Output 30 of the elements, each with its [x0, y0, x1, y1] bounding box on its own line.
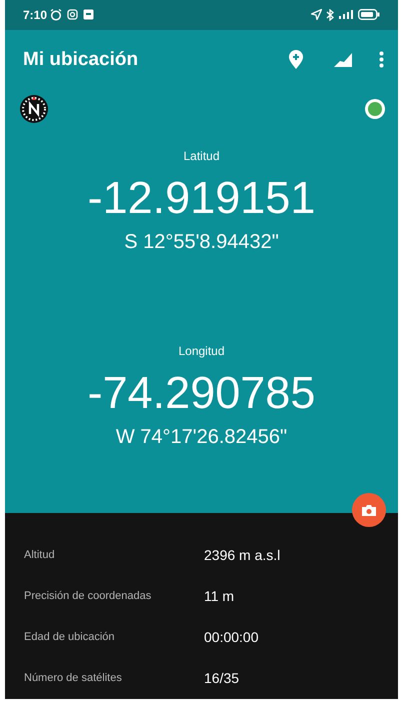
alarm-icon: [50, 8, 62, 21]
detail-value: 11 m: [204, 587, 234, 606]
latitude-label: Latitud: [183, 148, 220, 165]
detail-value: 2396 m a.s.l: [204, 546, 280, 565]
detail-label: Edad de ubicación: [24, 630, 116, 646]
latitude-value: -12.919151: [88, 170, 316, 225]
signal-icon: [338, 9, 354, 20]
message-icon: [83, 9, 94, 20]
bluetooth-icon: [326, 8, 334, 21]
location-arrow-icon: [311, 9, 322, 20]
detail-value: 16/35: [204, 669, 240, 688]
more-options-icon[interactable]: [379, 51, 384, 68]
longitude-dms: W 74°17'26.82456": [116, 424, 288, 450]
latitude-dms: S 12°55'8.94432": [124, 230, 279, 255]
longitude-value: -74.290785: [88, 366, 316, 420]
compass-icon[interactable]: [19, 94, 49, 124]
detail-label: Número de satélites: [24, 671, 123, 686]
longitude-label: Longitud: [178, 342, 225, 360]
map-pin-icon[interactable]: [288, 50, 304, 70]
battery-icon: [358, 9, 380, 20]
detail-value: 00:00:00: [204, 628, 258, 647]
status-time: 7:10: [23, 6, 48, 24]
camera-icon: [361, 504, 377, 516]
camera-button[interactable]: [352, 493, 386, 527]
elevation-chart-icon[interactable]: [333, 52, 353, 68]
detail-label: Precisión de coordenadas: [24, 589, 152, 604]
camera-app-icon: [67, 9, 78, 20]
gps-status-icon: [364, 98, 386, 120]
app-title: Mi ubicación: [23, 48, 138, 72]
detail-label: Altitud: [24, 548, 56, 564]
